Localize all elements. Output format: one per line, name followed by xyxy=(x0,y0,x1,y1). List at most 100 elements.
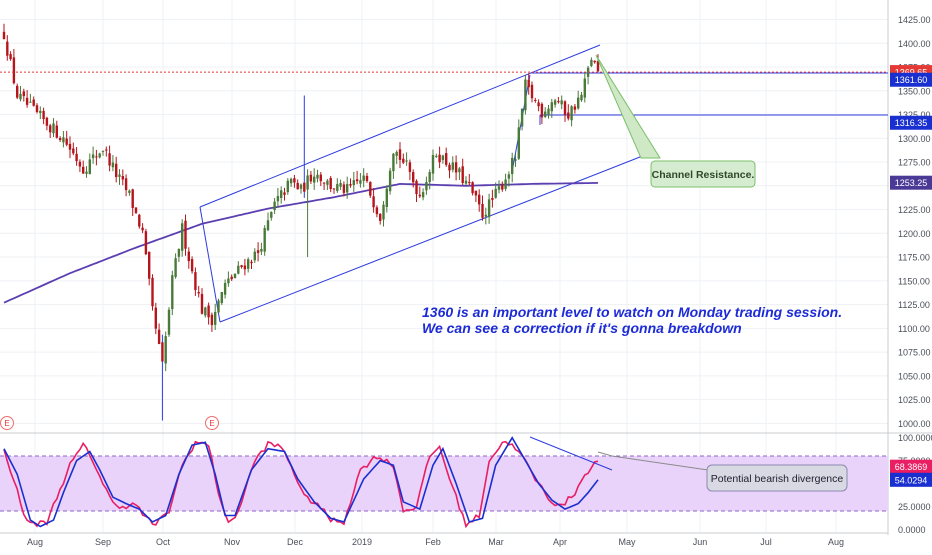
candle-body xyxy=(240,265,243,267)
candle-body xyxy=(220,292,223,304)
stochastic-tick-label: 100.0000 xyxy=(898,433,932,443)
price-tick-label: 1025.00 xyxy=(898,395,931,405)
time-tick-label: Sep xyxy=(95,537,111,547)
candle-body xyxy=(484,214,487,217)
candle-body xyxy=(243,265,247,270)
candle-body xyxy=(174,258,177,277)
candle-body xyxy=(329,177,332,189)
candle-body xyxy=(306,175,309,190)
candle-body xyxy=(42,110,45,120)
candle-body xyxy=(560,100,563,105)
channel-upper-line xyxy=(199,44,601,208)
candle-body xyxy=(105,149,108,151)
candle-body xyxy=(25,97,29,105)
candle-body xyxy=(570,106,573,121)
candle-body xyxy=(468,181,471,184)
candle-body xyxy=(448,164,451,171)
candle-body xyxy=(82,166,85,174)
candle-body xyxy=(161,342,164,362)
candle-body xyxy=(45,117,49,126)
candle-body xyxy=(194,272,197,291)
candle-body xyxy=(461,166,464,184)
annotation-text-line1: 1360 is an important level to watch on M… xyxy=(422,304,842,320)
candle-body xyxy=(428,172,431,183)
candle-body xyxy=(187,251,190,262)
candle-body xyxy=(95,156,98,158)
candle-body xyxy=(296,182,299,190)
candle-body xyxy=(524,79,527,111)
candle-body xyxy=(293,178,296,183)
candle-body xyxy=(101,150,105,152)
candle-body xyxy=(6,41,9,56)
candle-body xyxy=(134,207,138,213)
candle-body xyxy=(398,149,402,160)
candle-body xyxy=(62,137,65,143)
time-tick-label: Aug xyxy=(828,537,844,547)
candle-body xyxy=(362,175,365,181)
candle-body xyxy=(151,277,154,307)
candle-body xyxy=(458,168,461,173)
candle-body xyxy=(184,220,187,249)
candle-body xyxy=(593,60,596,63)
candle-body xyxy=(138,214,141,227)
candle-body xyxy=(332,188,336,190)
stochastic-value-text: 54.0294 xyxy=(895,475,928,485)
annotation-text-line2: We can see a correction if it's gonna br… xyxy=(422,320,742,336)
candle-body xyxy=(29,101,32,103)
candle-body xyxy=(520,108,524,127)
candle-body xyxy=(131,189,134,208)
candle-body xyxy=(412,172,415,183)
candle-body xyxy=(438,154,441,163)
candle-body xyxy=(214,311,217,325)
price-label-text: 1316.35 xyxy=(895,118,928,128)
candle-body xyxy=(115,163,118,178)
stochastic-tick-label: 25.0000 xyxy=(898,502,931,512)
earnings-marker-label: E xyxy=(4,419,9,428)
candle-body xyxy=(32,99,35,106)
candle-body xyxy=(355,179,359,182)
candle-body xyxy=(319,174,322,182)
candle-body xyxy=(375,207,379,215)
candle-body xyxy=(157,329,161,344)
candle-body xyxy=(299,184,303,189)
candle-body xyxy=(478,194,481,205)
candle-body xyxy=(75,153,78,162)
candle-body xyxy=(527,79,530,88)
divergence-pointer-2 xyxy=(597,451,613,457)
candle-body xyxy=(379,213,382,221)
time-tick-label: May xyxy=(618,537,636,547)
candle-body xyxy=(263,228,266,252)
price-tick-label: 1400.00 xyxy=(898,39,931,49)
candle-body xyxy=(309,174,313,182)
candle-body xyxy=(227,278,230,284)
candle-body xyxy=(497,186,501,190)
stochastic-value-text: 68.3869 xyxy=(895,462,928,472)
candle-body xyxy=(88,159,91,175)
price-tick-label: 1175.00 xyxy=(898,253,930,263)
candle-body xyxy=(283,192,286,195)
candle-body xyxy=(573,106,577,110)
candle-body xyxy=(474,190,478,196)
price-tick-label: 1200.00 xyxy=(898,229,931,239)
price-tick-label: 1050.00 xyxy=(898,371,931,381)
candle-body xyxy=(154,307,157,329)
candle-body xyxy=(247,259,250,269)
candle-body xyxy=(177,248,181,257)
candle-body xyxy=(369,181,372,196)
time-tick-label: Mar xyxy=(488,537,504,547)
candle-body xyxy=(534,99,537,101)
candle-body xyxy=(454,162,458,173)
candle-body xyxy=(501,184,504,190)
candle-body xyxy=(52,123,55,134)
candle-body xyxy=(346,184,349,193)
time-tick-label: Nov xyxy=(224,537,241,547)
candle-body xyxy=(435,155,438,157)
price-tick-label: 1100.00 xyxy=(898,324,930,334)
candle-body xyxy=(540,103,544,118)
time-tick-label: Aug xyxy=(27,537,43,547)
time-tick-label: Feb xyxy=(425,537,441,547)
candle-body xyxy=(405,160,408,162)
candle-body xyxy=(537,102,540,107)
candle-body xyxy=(365,175,369,182)
candle-body xyxy=(237,265,240,274)
